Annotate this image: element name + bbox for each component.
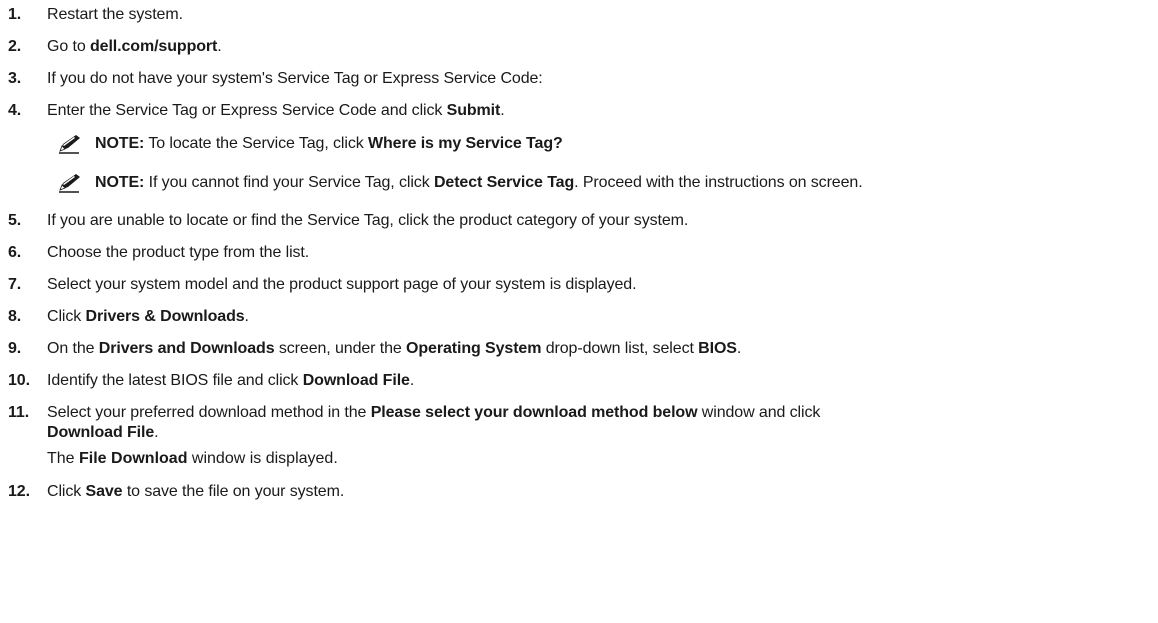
step-text-segment: Enter the Service Tag or Express Service… — [47, 102, 447, 119]
step-text-segment: If you do not have your system's Service… — [47, 70, 543, 87]
step-text-bold: Operating System — [406, 340, 542, 357]
note-1: NOTE: To locate the Service Tag, click W… — [57, 133, 1158, 155]
step-11: 11. Select your preferred download metho… — [0, 403, 1158, 443]
step-text-segment: Select your preferred download method in… — [47, 404, 371, 421]
step-number: 9. — [8, 340, 22, 357]
step-text-segment: If you are unable to locate or find the … — [47, 212, 689, 229]
step-number: 8. — [8, 308, 22, 325]
note-text: NOTE: To locate the Service Tag, click W… — [95, 134, 563, 154]
step-number: 2. — [8, 38, 22, 55]
step-text-bold: BIOS — [698, 340, 737, 357]
step-text: Click Save to save the file on your syst… — [47, 482, 1158, 502]
detect-service-tag-link[interactable]: Detect Service Tag — [434, 174, 574, 191]
step-text-continuation: Download File. — [47, 423, 1152, 443]
step-text-segment: window and click — [697, 404, 821, 421]
step-text-segment: to save the file on your system. — [122, 483, 345, 500]
step-text-segment: Click — [47, 483, 86, 500]
step-number: 10. — [8, 372, 30, 389]
step-text: Restart the system. — [47, 5, 1158, 25]
step-number: 12. — [8, 483, 30, 500]
step-number: 11. — [8, 404, 30, 421]
step-text-bold: Drivers and Downloads — [98, 340, 275, 357]
step-text-bold: Drivers & Downloads — [85, 308, 245, 325]
step-text: Identify the latest BIOS file and click … — [47, 371, 1158, 391]
step-text-bold: Save — [85, 483, 123, 500]
note-label: NOTE: — [95, 174, 145, 191]
step-text-bold: Download File — [47, 424, 155, 441]
step-text: Enter the Service Tag or Express Service… — [47, 101, 1158, 121]
step-text: If you do not have your system's Service… — [47, 69, 1158, 89]
step-text: If you are unable to locate or find the … — [47, 211, 1158, 231]
step-text-segment: Restart the system. — [47, 6, 183, 23]
step-number: 3. — [8, 70, 22, 87]
step-text: Select your system model and the product… — [47, 275, 1158, 295]
step-text-segment: . — [217, 38, 222, 55]
step-text-bold: Please select your download method below — [370, 404, 698, 421]
step-number: 4. — [8, 102, 22, 119]
step-number: 6. — [8, 244, 22, 261]
note-label: NOTE: — [95, 135, 145, 152]
step-10: 10. Identify the latest BIOS file and cl… — [0, 371, 1158, 391]
step-number: 5. — [8, 212, 22, 229]
step-text-segment: . — [154, 424, 159, 441]
step-text-segment: Identify the latest BIOS file and click — [47, 372, 303, 389]
step-text: On the Drivers and Downloads screen, und… — [47, 339, 1158, 359]
step-text-segment: window is displayed. — [187, 450, 338, 467]
step-text-segment: . — [736, 340, 742, 357]
step-text-segment: drop-down list, select — [541, 340, 699, 357]
note-text-segment: If you cannot find your Service Tag, cli… — [144, 174, 434, 191]
step-text-segment: The — [47, 450, 80, 467]
step-11-result: The File Download window is displayed. — [47, 449, 1158, 469]
step-text-segment: . — [244, 308, 249, 325]
step-2: 2. Go to dell.com/support. — [0, 37, 1158, 57]
pencil-note-icon — [57, 172, 83, 194]
step-9: 9. On the Drivers and Downloads screen, … — [0, 339, 1158, 359]
step-text-segment: . — [409, 372, 415, 389]
note-2: NOTE: If you cannot find your Service Ta… — [57, 172, 1158, 194]
step-text-bold: Download File — [302, 372, 410, 389]
step-1: 1. Restart the system. — [0, 5, 1158, 25]
step-text-segment: Choose the product type from the list. — [47, 244, 310, 261]
step-text: Select your preferred download method in… — [47, 403, 1158, 443]
step-12: 12. Click Save to save the file on your … — [0, 482, 1158, 502]
where-is-service-tag-link[interactable]: Where is my Service Tag? — [368, 135, 563, 152]
step-7: 7. Select your system model and the prod… — [0, 275, 1158, 295]
note-text-segment: To locate the Service Tag, click — [144, 135, 368, 152]
step-text-segment: . — [500, 102, 505, 119]
note-text: NOTE: If you cannot find your Service Ta… — [95, 173, 863, 193]
step-3: 3. If you do not have your system's Serv… — [0, 69, 1158, 89]
step-text-segment: Select your system model and the product… — [47, 276, 637, 293]
note-text-segment: . Proceed with the instructions on scree… — [574, 174, 863, 191]
step-text-bold: Submit — [446, 102, 501, 119]
step-text: Click Drivers & Downloads. — [47, 307, 1158, 327]
step-6: 6. Choose the product type from the list… — [0, 243, 1158, 263]
step-text: Choose the product type from the list. — [47, 243, 1158, 263]
step-4: 4. Enter the Service Tag or Express Serv… — [0, 101, 1158, 121]
step-8: 8. Click Drivers & Downloads. — [0, 307, 1158, 327]
step-text-bold: File Download — [79, 450, 188, 467]
pencil-note-icon — [57, 133, 83, 155]
step-5: 5. If you are unable to locate or find t… — [0, 211, 1158, 231]
step-text-segment: On the — [47, 340, 99, 357]
step-text-segment: screen, under the — [274, 340, 407, 357]
step-number: 7. — [8, 276, 22, 293]
step-text-segment: Go to — [47, 38, 90, 55]
step-text: Go to dell.com/support. — [47, 37, 1158, 57]
support-url-link[interactable]: dell.com/support — [90, 38, 217, 55]
step-number: 1. — [8, 6, 22, 23]
document-page: 1. Restart the system. 2. Go to dell.com… — [0, 0, 1158, 623]
step-text-segment: Click — [47, 308, 86, 325]
